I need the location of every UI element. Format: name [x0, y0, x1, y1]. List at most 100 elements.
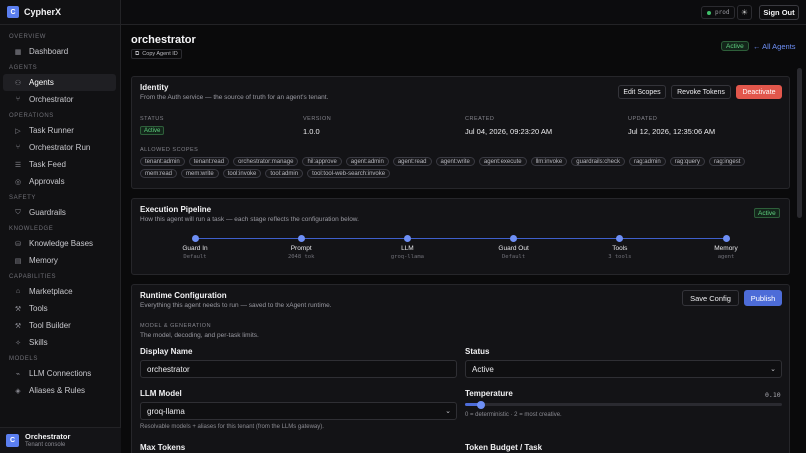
stage-name: Memory — [714, 245, 738, 252]
stage-dot-icon — [403, 235, 411, 242]
environment-badge: prod — [701, 6, 736, 19]
scope-chip: hil:approve — [302, 157, 342, 166]
sidebar-item-label: Guardrails — [29, 208, 66, 217]
pipeline-stage: Guard Out Default — [479, 235, 549, 260]
llm-model-select[interactable]: groq-llama ⌄ — [140, 402, 457, 420]
runtime-title: Runtime Configuration — [140, 291, 227, 300]
revoke-tokens-button[interactable]: Revoke Tokens — [671, 85, 731, 99]
sidebar-item-tool-builder[interactable]: ⚒ Tool Builder — [3, 317, 116, 334]
scope-chip: orchestrator:manage — [233, 157, 299, 166]
scope-chip: agent:admin — [345, 157, 389, 166]
display-name-input[interactable]: orchestrator — [140, 360, 457, 378]
created-value: Jul 04, 2026, 09:23:20 AM — [465, 127, 553, 136]
stage-name: Guard Out — [498, 245, 529, 252]
scope-chip: agent:write — [435, 157, 475, 166]
updated-value: Jul 12, 2026, 12:35:06 AM — [628, 127, 716, 136]
token-budget-label: Token Budget / Task — [465, 443, 543, 452]
sign-out-button[interactable]: Sign Out — [759, 5, 799, 20]
stage-detail: groq-llama — [390, 254, 424, 260]
temperature-label: Temperature — [465, 389, 513, 398]
stage-detail: agent — [717, 254, 735, 260]
scope-chip: tool:invoke — [222, 169, 262, 178]
sidebar-item-label: Marketplace — [29, 287, 73, 296]
user-icon: ⚇ — [14, 79, 22, 87]
temperature-slider-thumb[interactable] — [476, 401, 485, 409]
publish-button[interactable]: Publish — [744, 290, 782, 306]
sidebar-item-tools[interactable]: ⚒ Tools — [3, 300, 116, 317]
list-icon: ☰ — [14, 161, 22, 169]
scope-list: tenant:admin tenant:read orchestrator:mana… — [140, 157, 780, 178]
sidebar-item-label: Approvals — [29, 177, 65, 186]
check-circle-icon: ◎ — [14, 178, 22, 186]
save-config-button[interactable]: Save Config — [682, 290, 739, 306]
sidebar-item-agents[interactable]: ⚇ Agents — [3, 74, 116, 91]
scope-chip: tenant:admin — [140, 157, 185, 166]
stage-dot-icon — [297, 235, 305, 242]
sidebar-item-dashboard[interactable]: ▦ Dashboard — [3, 43, 116, 60]
pipeline-stage: Guard In Default — [160, 235, 230, 260]
stage-detail: Default — [502, 254, 526, 260]
stage-dot-icon — [722, 235, 730, 242]
sidebar-item-skills[interactable]: ✧ Skills — [3, 334, 116, 351]
edit-scopes-button[interactable]: Edit Scopes — [618, 85, 666, 99]
scope-chip: rag:ingest — [709, 157, 746, 166]
allowed-scopes-label: ALLOWED SCOPES — [140, 147, 199, 153]
nav-section-label: AGENTS — [9, 65, 38, 71]
database-icon: ⛁ — [15, 240, 21, 248]
sidebar-item-approvals[interactable]: ◎ Approvals — [3, 173, 116, 190]
copy-icon: ⧉ — [135, 50, 140, 57]
sidebar-item-label: LLM Connections — [29, 369, 92, 378]
copy-agent-id-button[interactable]: ⧉ Copy Agent ID — [131, 49, 182, 59]
stage-name: LLM — [401, 245, 414, 252]
stage-detail: 3 tools — [608, 254, 632, 260]
scope-chip: rag:admin — [628, 157, 666, 166]
status-select[interactable]: Active ⌄ — [465, 360, 782, 378]
sidebar-item-knowledge-bases[interactable]: ⛁ Knowledge Bases — [3, 235, 116, 252]
stage-detail: Default — [183, 254, 207, 260]
sidebar-item-guardrails[interactable]: ⛉ Guardrails — [3, 204, 116, 221]
identity-status-badge: Active — [140, 126, 165, 135]
plug-icon: ⌁ — [15, 370, 21, 378]
pipeline-status-badge: Active — [754, 208, 780, 218]
all-agents-link[interactable]: ← All Agents — [753, 42, 796, 51]
sidebar-item-task-feed[interactable]: ☰ Task Feed — [3, 156, 116, 173]
avatar: C — [6, 434, 19, 447]
sidebar-item-label: Knowledge Bases — [29, 239, 94, 248]
chevron-down-icon: ⌄ — [445, 408, 451, 415]
scrollbar[interactable] — [797, 68, 802, 218]
sidebar-item-task-runner[interactable]: ▷ Task Runner — [3, 122, 116, 139]
sidebar-item-memory[interactable]: ▤ Memory — [3, 252, 116, 269]
tenant-switcher[interactable]: C Orchestrator Tenant console — [0, 427, 121, 453]
theme-toggle-button[interactable]: ☀ — [737, 5, 752, 20]
sidebar-item-label: Orchestrator — [29, 95, 74, 104]
status-field-label: Status — [465, 347, 490, 356]
sidebar-item-orchestrator[interactable]: ⑂ Orchestrator — [3, 91, 116, 108]
brand[interactable]: C CypherX — [0, 0, 120, 25]
temperature-slider[interactable] — [465, 403, 782, 406]
deactivate-button[interactable]: Deactivate — [736, 85, 782, 99]
brand-logo: C — [7, 6, 19, 18]
sidebar-item-orchestrator-run[interactable]: ⑂ Orchestrator Run — [3, 139, 116, 156]
sidebar-item-llm-connections[interactable]: ⌁ LLM Connections — [3, 365, 116, 382]
sidebar-item-label: Tool Builder — [29, 321, 71, 330]
memory-icon: ▤ — [14, 257, 22, 265]
llm-model-label: LLM Model — [140, 389, 182, 398]
nav-section-label: MODELS — [9, 356, 38, 362]
version-value: 1.0.0 — [303, 127, 320, 136]
page-title: orchestrator — [131, 34, 196, 46]
sidebar-item-label: Aliases & Rules — [29, 386, 86, 395]
stage-dot-icon — [191, 235, 199, 242]
scope-chip: llm:invoke — [530, 157, 568, 166]
shield-icon: ⛉ — [15, 208, 21, 216]
environment-label: prod — [715, 9, 730, 16]
stage-name: Guard In — [182, 245, 208, 252]
pipeline-stage: Prompt 2048 tok — [266, 235, 336, 260]
nav-section-label: SAFETY — [9, 195, 36, 201]
pipeline-title: Execution Pipeline — [140, 205, 212, 214]
status-label: STATUS — [140, 116, 164, 122]
topbar: prod ☀ Sign Out — [121, 0, 806, 25]
sidebar-item-marketplace[interactable]: ⌂ Marketplace — [3, 283, 116, 300]
sidebar-item-label: Tools — [29, 304, 48, 313]
sidebar-item-aliases-rules[interactable]: ◈ Aliases & Rules — [3, 382, 116, 399]
sidebar-item-label: Orchestrator Run — [29, 143, 91, 152]
